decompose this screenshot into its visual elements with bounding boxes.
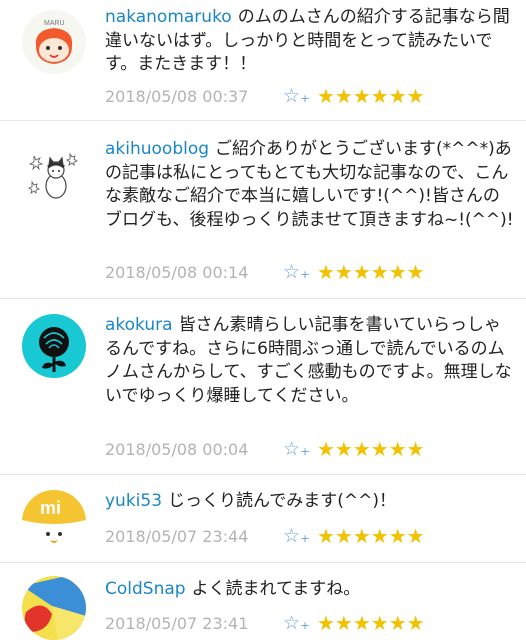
star-rating[interactable]: ★★★★★★ [317,437,425,461]
username-link[interactable]: akihuooblog [105,139,209,159]
maru-label: MARU [44,20,65,27]
timestamp[interactable]: 2018/05/07 23:41 [105,614,283,633]
comment-text: ColdSnap よく読まれてますね。 [105,578,515,602]
divider [0,474,526,475]
add-star-icon[interactable]: ☆₊ [283,525,317,547]
add-star-icon[interactable]: ☆₊ [283,612,317,634]
comment-text: nakanomaruko のムのムさんの紹介する記事なら間違いないはず。しっかりと… [105,6,515,77]
star-rating[interactable]: ★★★★★★ [317,84,425,108]
comment-body: じっくり読んでみます(^^)！ [168,491,396,511]
comment-list: MARU nakanomaruko のムのムさんの紹介する記事なら間違いないはず。… [0,0,526,640]
timestamp[interactable]: 2018/05/08 00:04 [105,440,283,459]
add-star-icon[interactable]: ☆₊ [283,261,317,283]
comment-text: yuki53 じっくり読んでみます(^^)！ [105,490,515,514]
comment-text: akokura 皆さん素晴らしい記事を書いていらっしゃるんですね。さらに6時間ぶっ… [105,314,515,408]
username-link[interactable]: nakanomaruko [105,7,232,27]
username-link[interactable]: akokura [105,315,173,335]
mi-chick-avatar[interactable]: mi [22,490,86,554]
rose-avatar[interactable] [22,314,86,378]
timestamp[interactable]: 2018/05/07 23:44 [105,527,283,546]
add-star-icon[interactable]: ☆₊ [283,438,317,460]
username-link[interactable]: yuki53 [105,491,162,511]
add-star-icon[interactable]: ☆₊ [283,85,317,107]
timestamp[interactable]: 2018/05/08 00:14 [105,263,283,282]
comment-body: よく読まれてますね。 [191,579,361,599]
divider [0,562,526,563]
comment-text: akihuooblog ご紹介ありがとうございます(*^^*)あの記事は私にとって… [105,138,515,232]
divider [0,120,526,121]
timestamp[interactable]: 2018/05/08 00:37 [105,87,283,106]
abstract-avatar[interactable] [22,576,86,640]
cat-sketch-avatar[interactable] [22,142,86,206]
star-rating[interactable]: ★★★★★★ [317,260,425,284]
divider [0,298,526,299]
girl-face-avatar[interactable]: MARU [22,10,86,74]
username-link[interactable]: ColdSnap [105,579,186,599]
star-rating[interactable]: ★★★★★★ [317,611,425,635]
star-rating[interactable]: ★★★★★★ [317,524,425,548]
mi-label: mi [40,498,61,518]
